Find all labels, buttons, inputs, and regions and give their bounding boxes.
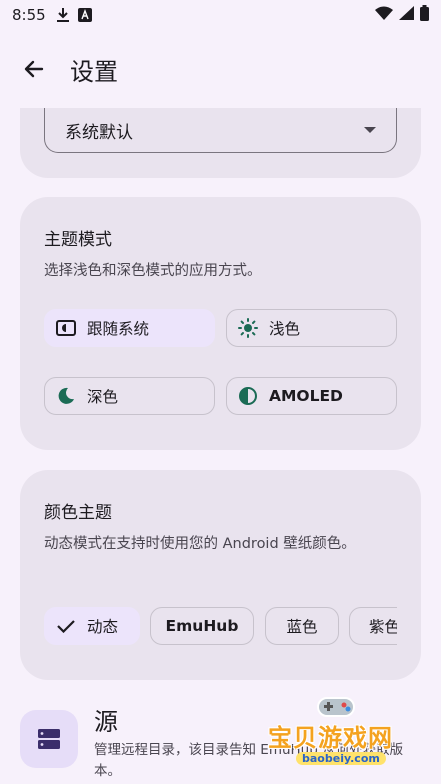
theme-chip-label: 浅色 xyxy=(269,320,301,338)
color-chip-purple[interactable]: 紫色 xyxy=(349,607,397,645)
download-icon xyxy=(56,7,70,23)
status-right-icons xyxy=(375,5,429,25)
back-button[interactable] xyxy=(10,45,58,93)
moon-icon xyxy=(55,385,77,407)
theme-chip-system[interactable]: 跟随系统 xyxy=(44,309,215,347)
theme-chip-amoled[interactable]: AMOLED xyxy=(226,377,397,415)
language-dropdown[interactable]: 系统默认 xyxy=(44,108,397,153)
color-chip-emuhub[interactable]: EmuHub xyxy=(150,607,254,645)
color-theme-description: 动态模式在支持时使用您的 Android 壁纸颜色。 xyxy=(44,536,356,552)
color-chip-label: EmuHub xyxy=(165,617,239,635)
theme-chip-light[interactable]: 浅色 xyxy=(226,309,397,347)
dropdown-arrow-icon xyxy=(364,127,376,133)
status-bar: 8:55 xyxy=(0,0,441,30)
arrow-back-icon xyxy=(24,60,44,78)
battery-icon xyxy=(420,5,429,25)
source-setting-row[interactable]: 源 管理远程目录，该目录告知 EmuHub 从何处获取版本。 xyxy=(20,700,421,784)
theme-mode-title: 主题模式 xyxy=(44,230,112,250)
contrast-icon xyxy=(237,385,259,407)
check-icon xyxy=(55,615,77,637)
status-time: 8:55 xyxy=(12,6,46,24)
color-chip-label: 紫色 xyxy=(369,618,397,636)
color-chip-blue[interactable]: 蓝色 xyxy=(265,607,339,645)
color-theme-card: 颜色主题 动态模式在支持时使用您的 Android 壁纸颜色。 动态 EmuHu… xyxy=(20,470,421,680)
theme-chip-label: AMOLED xyxy=(269,387,343,405)
color-chip-label: 蓝色 xyxy=(286,618,318,636)
theme-chip-label: 深色 xyxy=(87,388,119,406)
wifi-icon xyxy=(375,6,393,24)
top-app-bar: 设置 xyxy=(0,30,441,108)
theme-mode-description: 选择浅色和深色模式的应用方式。 xyxy=(44,263,262,279)
color-theme-title: 颜色主题 xyxy=(44,503,112,523)
theme-mode-card: 主题模式 选择浅色和深色模式的应用方式。 跟随系统 浅色 深色 AMOLED xyxy=(20,197,421,450)
color-chip-dynamic[interactable]: 动态 xyxy=(44,607,140,645)
color-chip-row[interactable]: 动态 EmuHub 蓝色 紫色 xyxy=(44,606,397,646)
color-chip-label: 动态 xyxy=(87,618,119,636)
storage-icon xyxy=(20,710,78,768)
language-dropdown-value: 系统默认 xyxy=(65,122,133,143)
theme-chip-label: 跟随系统 xyxy=(87,320,150,338)
font-notification-icon xyxy=(77,8,92,22)
theme-chip-dark[interactable]: 深色 xyxy=(44,377,215,415)
source-title: 源 xyxy=(94,708,118,736)
source-description: 管理远程目录，该目录告知 EmuHub 从何处获取版本。 xyxy=(94,742,404,779)
brightness-auto-icon xyxy=(55,317,77,339)
settings-scroll[interactable]: 系统默认 主题模式 选择浅色和深色模式的应用方式。 跟随系统 浅色 深色 AMO… xyxy=(0,108,441,784)
sun-icon xyxy=(237,317,259,339)
language-card: 系统默认 xyxy=(20,108,421,178)
page-title: 设置 xyxy=(70,57,118,86)
signal-icon xyxy=(399,6,414,24)
